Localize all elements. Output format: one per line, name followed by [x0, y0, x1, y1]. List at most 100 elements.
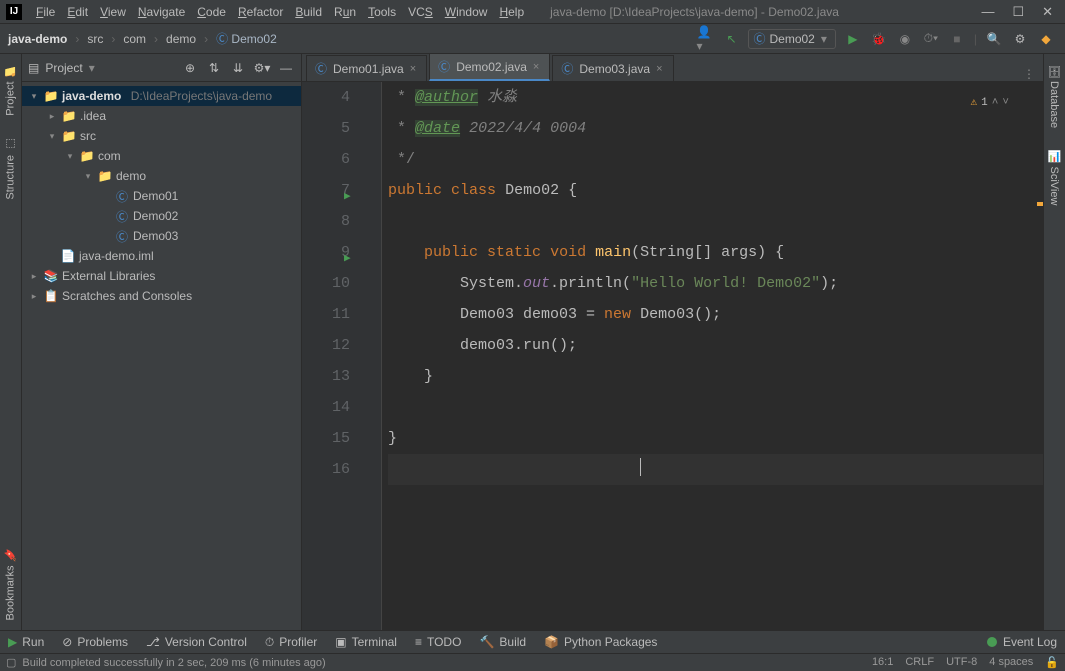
collapse-icon[interactable]: ⇊: [229, 59, 247, 77]
search-icon[interactable]: 🔍: [985, 30, 1003, 48]
tree-idea[interactable]: ▸📁.idea: [22, 106, 301, 126]
tool-database[interactable]: 🗄 Database: [1046, 60, 1063, 132]
close-tab-icon[interactable]: ×: [533, 61, 539, 73]
menu-code[interactable]: Code: [191, 3, 232, 21]
warning-icon: ⚠: [971, 88, 978, 119]
code-content[interactable]: ⚠ 1 ˄ ˅ * @author 水淼 * @date 2022/4/4 00…: [382, 82, 1043, 630]
editor-tab[interactable]: Ⓒ Demo01.java×: [306, 55, 427, 81]
breadcrumb-item[interactable]: demo: [162, 30, 200, 48]
menu-window[interactable]: Window: [439, 3, 494, 21]
tool-problems[interactable]: ⊘Problems: [62, 635, 128, 649]
target-icon[interactable]: ⊕: [181, 59, 199, 77]
inspection-badge[interactable]: ⚠ 1 ˄ ˅: [971, 88, 1009, 119]
menu-refactor[interactable]: Refactor: [232, 3, 289, 21]
chevron-down-icon: ▾: [821, 32, 827, 46]
code-area[interactable]: 4 5 6 7 8 9 10 11 12 13 14 15 16 ▶ ▶ ⚠: [302, 82, 1043, 630]
breadcrumb: java-demo› src› com› demo› Ⓒ Demo02: [4, 28, 281, 49]
tree-iml[interactable]: 📄java-demo.iml: [22, 246, 301, 266]
editor-tab-active[interactable]: Ⓒ Demo02.java×: [429, 53, 550, 81]
breadcrumb-item[interactable]: src: [83, 30, 107, 48]
caret-position[interactable]: 16:1: [872, 656, 893, 669]
tool-vcs[interactable]: ⎇Version Control: [146, 635, 247, 649]
menu-build[interactable]: Build: [289, 3, 328, 21]
window-title: java-demo [D:\IdeaProjects\java-demo] - …: [550, 5, 981, 19]
tool-run[interactable]: ▶Run: [8, 635, 44, 649]
marker[interactable]: [1037, 202, 1043, 206]
indent[interactable]: 4 spaces: [989, 656, 1033, 669]
breadcrumb-item[interactable]: com: [119, 30, 150, 48]
close-icon[interactable]: ✕: [1042, 4, 1053, 20]
tree-src[interactable]: ▾📁src: [22, 126, 301, 146]
run-config-selector[interactable]: Ⓒ Demo02 ▾: [748, 29, 835, 49]
debug-icon[interactable]: 🐞: [870, 30, 888, 48]
class-icon: Ⓒ: [753, 30, 765, 47]
coverage-icon[interactable]: ◉: [896, 30, 914, 48]
breadcrumb-item[interactable]: java-demo: [4, 30, 71, 48]
menu-edit[interactable]: Edit: [61, 3, 94, 21]
tree-demo-pkg[interactable]: ▾📁demo: [22, 166, 301, 186]
tool-terminal[interactable]: ▣Terminal: [335, 635, 397, 649]
gear-icon[interactable]: ⚙▾: [253, 59, 271, 77]
panel-title: Project: [45, 61, 82, 75]
tree-ext-libs[interactable]: ▸📚External Libraries: [22, 266, 301, 286]
status-bar: ▢ Build completed successfully in 2 sec,…: [0, 653, 1065, 671]
tree-file[interactable]: ⒸDemo01: [22, 186, 301, 206]
chevron-up-icon[interactable]: ˄: [992, 88, 999, 119]
tree-file[interactable]: ⒸDemo02: [22, 206, 301, 226]
tree-com[interactable]: ▾📁com: [22, 146, 301, 166]
tool-project[interactable]: Project 📁: [2, 60, 19, 120]
folder-icon: ▤: [28, 61, 39, 75]
tool-python[interactable]: 📦Python Packages: [544, 635, 657, 649]
close-tab-icon[interactable]: ×: [656, 63, 662, 75]
minimize-icon[interactable]: —: [981, 4, 994, 20]
tool-structure[interactable]: Structure ⬚: [2, 134, 19, 204]
chevron-down-icon[interactable]: ▾: [89, 61, 95, 75]
tool-build[interactable]: 🔨Build: [479, 635, 526, 649]
menu-file[interactable]: File: [30, 3, 61, 21]
tabs-menu-icon[interactable]: ⋮: [1023, 67, 1043, 81]
tool-todo[interactable]: ≡TODO: [415, 635, 461, 649]
hide-tools-icon[interactable]: ▢: [6, 656, 16, 669]
tree-file[interactable]: ⒸDemo03: [22, 226, 301, 246]
menu-vcs[interactable]: VCS: [402, 3, 439, 21]
tree-scratches[interactable]: ▸📋Scratches and Consoles: [22, 286, 301, 306]
navbar: java-demo› src› com› demo› Ⓒ Demo02 👤▾ ↖…: [0, 24, 1065, 54]
readonly-icon[interactable]: 🔓: [1045, 656, 1059, 669]
maximize-icon[interactable]: ☐: [1012, 4, 1024, 20]
bottom-toolbar: ▶Run ⊘Problems ⎇Version Control ⏱Profile…: [0, 630, 1065, 653]
menu-tools[interactable]: Tools: [362, 3, 402, 21]
profiler-icon[interactable]: ⏱▾: [922, 30, 940, 48]
menu-navigate[interactable]: Navigate: [132, 3, 191, 21]
chevron-down-icon[interactable]: ˅: [1002, 88, 1009, 119]
menu-view[interactable]: View: [94, 3, 132, 21]
class-icon: Ⓒ: [561, 60, 573, 77]
project-panel: ▤ Project ▾ ⊕ ⇅ ⇊ ⚙▾ — ▾📁 java-demo D:\I…: [22, 54, 302, 630]
run-icon[interactable]: ▶: [844, 30, 862, 48]
tool-sciview[interactable]: 📊 SciView: [1046, 146, 1063, 209]
settings-icon[interactable]: ⚙: [1011, 30, 1029, 48]
fold-gutter: [364, 82, 382, 630]
run-config-label: Demo02: [769, 32, 814, 46]
breadcrumb-item[interactable]: Ⓒ Demo02: [212, 28, 281, 49]
stop-icon[interactable]: ■: [948, 30, 966, 48]
editor-tab[interactable]: Ⓒ Demo03.java×: [552, 55, 673, 81]
tool-profiler[interactable]: ⏱Profiler: [265, 635, 317, 650]
class-icon: Ⓒ: [216, 32, 228, 46]
project-tree: ▾📁 java-demo D:\IdeaProjects\java-demo ▸…: [22, 82, 301, 310]
plugin-icon[interactable]: ◆: [1037, 30, 1055, 48]
tool-bookmarks[interactable]: Bookmarks 🔖: [2, 544, 19, 624]
menu-run[interactable]: Run: [328, 3, 362, 21]
run-gutter-icon[interactable]: ▶: [344, 182, 351, 213]
tree-root[interactable]: ▾📁 java-demo D:\IdeaProjects\java-demo: [22, 86, 301, 106]
editor: Ⓒ Demo01.java× Ⓒ Demo02.java× Ⓒ Demo03.j…: [302, 54, 1043, 630]
encoding[interactable]: UTF-8: [946, 656, 977, 669]
expand-icon[interactable]: ⇅: [205, 59, 223, 77]
line-separator[interactable]: CRLF: [905, 656, 934, 669]
hide-icon[interactable]: —: [277, 59, 295, 77]
run-gutter-icon[interactable]: ▶: [344, 244, 351, 275]
event-log[interactable]: Event Log: [1003, 635, 1057, 649]
user-icon[interactable]: 👤▾: [696, 30, 714, 48]
close-tab-icon[interactable]: ×: [410, 63, 416, 75]
menu-help[interactable]: Help: [493, 3, 530, 21]
back-arrow-icon[interactable]: ↖: [722, 30, 740, 48]
